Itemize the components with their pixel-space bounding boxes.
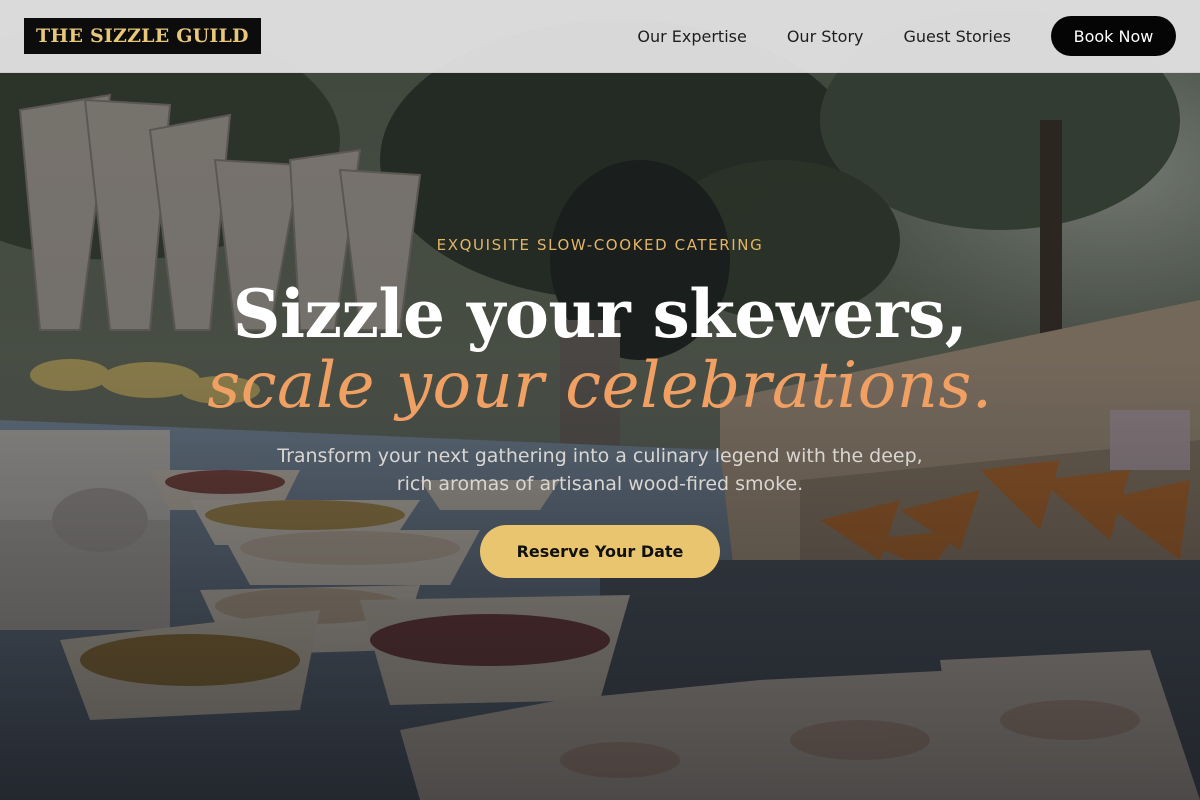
site-logo[interactable]: THE SIZZLE GUILD (24, 18, 261, 54)
nav-our-story[interactable]: Our Story (787, 27, 864, 46)
main-nav: Our Expertise Our Story Guest Stories Bo… (637, 16, 1176, 56)
site-header: THE SIZZLE GUILD Our Expertise Our Story… (0, 0, 1200, 73)
reserve-date-button[interactable]: Reserve Your Date (480, 525, 720, 578)
hero-subtext: Transform your next gathering into a cul… (277, 445, 923, 495)
book-now-button[interactable]: Book Now (1051, 16, 1176, 56)
hero-section: EXQUISITE SLOW-COOKED CATERING Sizzle yo… (0, 0, 1200, 800)
hero-eyebrow: EXQUISITE SLOW-COOKED CATERING (436, 236, 764, 254)
nav-our-expertise[interactable]: Our Expertise (637, 27, 746, 46)
nav-guest-stories[interactable]: Guest Stories (904, 27, 1012, 46)
hero-headline-line2: scale your celebrations. (207, 349, 993, 423)
hero-content: EXQUISITE SLOW-COOKED CATERING Sizzle yo… (0, 0, 1200, 800)
